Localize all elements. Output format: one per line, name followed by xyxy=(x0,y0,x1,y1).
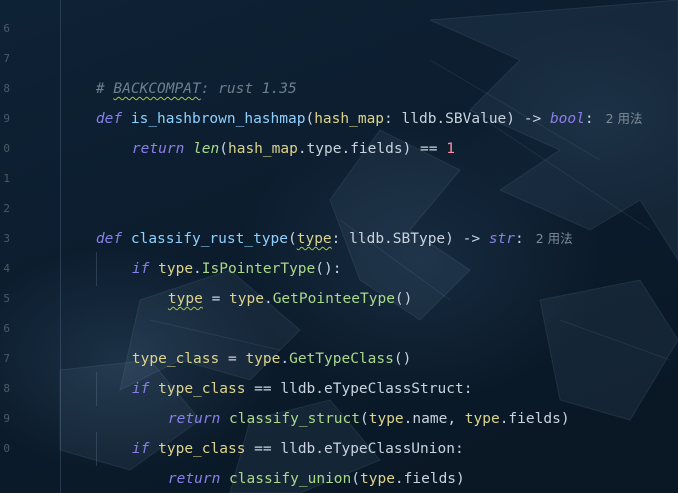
attribute-access: .type.fields xyxy=(297,141,403,157)
method-call[interactable]: GetPointeeType xyxy=(273,291,395,307)
operator: = xyxy=(202,291,230,307)
code-line-assign-pointee[interactable]: type = type.GetPointeeType() xyxy=(133,254,412,307)
code-line-assign-type-class[interactable]: type_class = type.GetTypeClass() xyxy=(97,314,411,367)
line-number: 3 xyxy=(3,232,10,245)
paren: ) xyxy=(456,471,465,487)
code-line-if-is-pointer[interactable]: if type.IsPointerType(): xyxy=(97,224,342,277)
code-line-return-union[interactable]: return classify_union(type.fields) xyxy=(133,434,465,487)
line-number: 0 xyxy=(3,442,10,455)
line-number: 7 xyxy=(3,352,10,365)
code-line-def-classify-rust-type[interactable]: def classify_rust_type(type: lldb.SBType… xyxy=(61,194,573,247)
return-type[interactable]: bool xyxy=(550,111,585,127)
code-line-return-struct[interactable]: return classify_struct(type.name, type.f… xyxy=(133,374,570,427)
line-number: 8 xyxy=(3,82,10,95)
return-type[interactable]: str xyxy=(489,231,515,247)
colon: : xyxy=(515,231,524,247)
builtin-len[interactable]: len xyxy=(193,141,219,157)
arrow: ) -> xyxy=(445,231,489,247)
code-line-comment[interactable]: # BACKCOMPAT: rust 1.35 xyxy=(61,44,297,97)
code-editor[interactable]: 6 7 8 9 0 1 2 3 4 5 6 7 8 9 0 # BACKCOMP… xyxy=(0,0,678,493)
line-number: 0 xyxy=(3,142,10,155)
line-number: 7 xyxy=(3,52,10,65)
code-line-return-len[interactable]: return len(hash_map.type.fields) == 1 xyxy=(97,104,455,157)
line-number: 8 xyxy=(3,382,10,395)
paren: ( xyxy=(219,141,228,157)
line-number: 9 xyxy=(3,112,10,125)
usage-hint[interactable]: 2 用法 xyxy=(536,231,573,246)
colon: : xyxy=(584,111,594,127)
arrow: ) -> xyxy=(506,111,550,127)
dot: . xyxy=(263,291,273,307)
attribute-access: .fields xyxy=(499,411,561,427)
line-number: 9 xyxy=(3,412,10,425)
code-line-if-struct[interactable]: if type_class == lldb.eTypeClassStruct: xyxy=(97,344,473,397)
keyword-return: return xyxy=(167,471,221,487)
attribute-access: .fields xyxy=(394,471,457,487)
line-number: 6 xyxy=(3,22,10,35)
assign-target[interactable]: type xyxy=(168,291,203,307)
operator: ) == xyxy=(402,141,447,157)
number-literal: 1 xyxy=(446,141,455,157)
parameter-ref[interactable]: type xyxy=(465,411,500,427)
line-number: 2 xyxy=(3,202,10,215)
paren: ) xyxy=(560,411,570,427)
parameter-ref[interactable]: type xyxy=(229,291,264,307)
code-line-if-union[interactable]: if type_class == lldb.eTypeClassUnion: xyxy=(97,404,464,457)
line-number: 4 xyxy=(3,262,10,275)
call-parens: () xyxy=(394,291,413,307)
line-number-gutter: 6 7 8 9 0 1 2 3 4 5 6 7 8 9 0 xyxy=(0,0,14,493)
line-number: 6 xyxy=(3,322,10,335)
line-number: 1 xyxy=(3,172,10,185)
code-line-def-is-hashbrown-hashmap[interactable]: def is_hashbrown_hashmap(hash_map: lldb.… xyxy=(61,74,643,127)
function-call[interactable]: classify_union xyxy=(229,471,351,487)
parameter-ref[interactable]: hash_map xyxy=(228,141,298,157)
line-number: 5 xyxy=(3,292,10,305)
type-annotation[interactable]: lldb.SBType xyxy=(349,231,445,247)
keyword-return: return xyxy=(131,141,185,157)
paren: ( xyxy=(351,471,360,487)
usage-hint[interactable]: 2 用法 xyxy=(606,111,643,126)
parameter-ref[interactable]: type xyxy=(360,471,395,487)
